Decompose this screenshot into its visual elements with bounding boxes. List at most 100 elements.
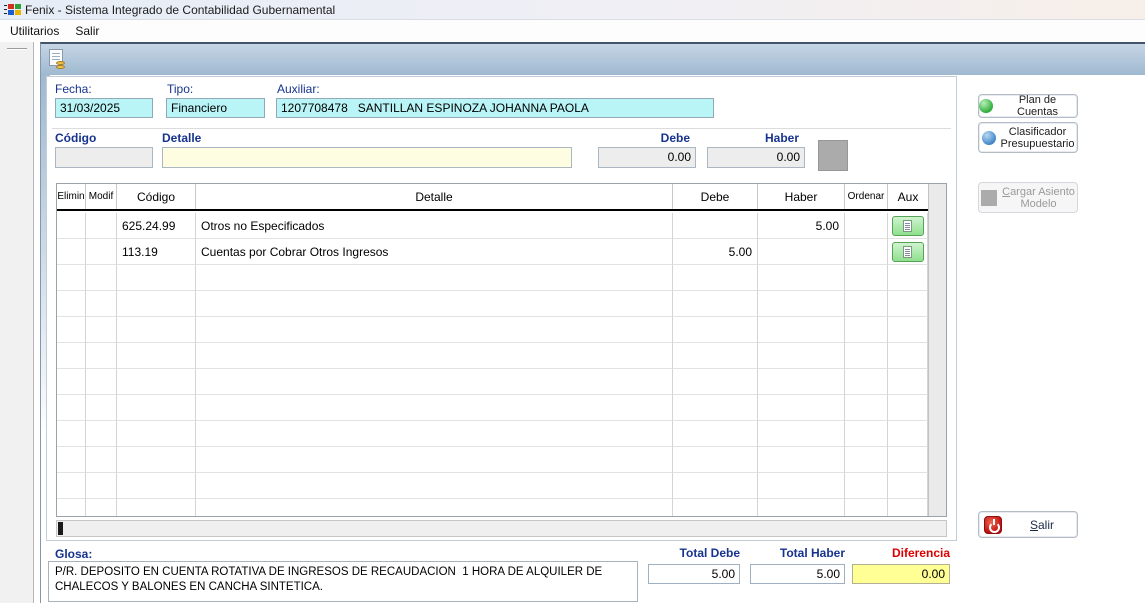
haber-label: Haber: [707, 131, 799, 145]
document-icon: [903, 246, 912, 258]
table-row: [57, 343, 928, 369]
auxiliar-label: Auxiliar:: [277, 82, 320, 96]
menu-utilitarios[interactable]: Utilitarios: [2, 21, 67, 41]
cell-aux: [888, 395, 928, 421]
debe-input[interactable]: 0.00: [598, 147, 696, 168]
cell-modif: [86, 239, 117, 265]
detalle-input[interactable]: [162, 147, 572, 168]
cell-detalle: [196, 473, 673, 499]
fecha-label: Fecha:: [55, 82, 92, 96]
cell-debe: [673, 343, 758, 369]
cell-debe: [673, 317, 758, 343]
cell-ordenar: [845, 265, 888, 291]
cell-detalle: [196, 265, 673, 291]
fecha-field[interactable]: 31/03/2025: [55, 98, 153, 118]
codigo-input[interactable]: [55, 147, 153, 168]
cell-aux: [888, 499, 928, 516]
codigo-label: Código: [55, 131, 96, 145]
cell-ordenar: [845, 213, 888, 239]
header-detalle[interactable]: Detalle: [196, 184, 673, 209]
plan-de-cuentas-label: Plan de Cuentas: [998, 94, 1077, 118]
cell-codigo: 625.24.99: [117, 213, 196, 239]
salir-label: Salir: [1007, 518, 1077, 532]
aux-button[interactable]: [892, 242, 924, 262]
panel-splitter-handle[interactable]: [7, 48, 27, 50]
table-row: [57, 395, 928, 421]
app-icon: [4, 3, 20, 16]
menu-bar: Utilitarios Salir: [0, 20, 1145, 42]
tipo-label: Tipo:: [167, 82, 193, 96]
cell-haber: [758, 239, 845, 265]
cell-debe: [673, 291, 758, 317]
cell-debe: [673, 499, 758, 516]
cell-debe: [673, 473, 758, 499]
table-row: [57, 473, 928, 499]
cell-aux: [888, 317, 928, 343]
cell-codigo: [117, 473, 196, 499]
cell-modif: [86, 421, 117, 447]
tipo-field[interactable]: Financiero: [166, 98, 265, 118]
cell-elimin: [57, 317, 86, 343]
header-haber[interactable]: Haber: [758, 184, 845, 209]
cell-haber: [758, 421, 845, 447]
table-vertical-scrollbar[interactable]: [928, 184, 946, 516]
cell-codigo: [117, 343, 196, 369]
cell-aux: [888, 421, 928, 447]
scrollbar-thumb[interactable]: [58, 522, 63, 535]
cell-modif: [86, 473, 117, 499]
table-row[interactable]: 113.19Cuentas por Cobrar Otros Ingresos5…: [57, 239, 928, 265]
cell-aux: [888, 213, 928, 239]
cell-debe: [673, 265, 758, 291]
header-ordenar[interactable]: Ordenar: [845, 184, 888, 209]
cell-debe: [673, 447, 758, 473]
left-collapsed-panel: [0, 42, 34, 603]
cell-haber: [758, 343, 845, 369]
green-sphere-icon: [979, 99, 993, 113]
table-row[interactable]: 625.24.99Otros no Especificados5.00: [57, 213, 928, 239]
header-modif[interactable]: Modif: [86, 184, 117, 209]
aux-button[interactable]: [892, 216, 924, 236]
gray-chip-icon: [981, 190, 997, 206]
table-row: [57, 265, 928, 291]
cell-haber: [758, 369, 845, 395]
cell-haber: 5.00: [758, 213, 845, 239]
cell-ordenar: [845, 447, 888, 473]
cell-debe: 5.00: [673, 239, 758, 265]
header-aux[interactable]: Aux: [888, 184, 928, 209]
cell-haber: [758, 473, 845, 499]
cell-aux: [888, 239, 928, 265]
cell-elimin: [57, 473, 86, 499]
haber-input[interactable]: 0.00: [707, 147, 805, 168]
cell-modif: [86, 291, 117, 317]
table-row: [57, 421, 928, 447]
cell-detalle: Cuentas por Cobrar Otros Ingresos: [196, 239, 673, 265]
cell-debe: [673, 421, 758, 447]
table-horizontal-scrollbar[interactable]: [56, 520, 947, 537]
cell-ordenar: [845, 343, 888, 369]
cell-modif: [86, 317, 117, 343]
header-codigo[interactable]: Código: [117, 184, 196, 209]
salir-button[interactable]: Salir: [978, 511, 1078, 538]
cell-aux: [888, 473, 928, 499]
cell-haber: [758, 395, 845, 421]
cell-elimin: [57, 213, 86, 239]
cell-modif: [86, 447, 117, 473]
blue-sphere-icon: [982, 131, 996, 145]
plan-de-cuentas-button[interactable]: Plan de Cuentas: [978, 94, 1078, 118]
cell-ordenar: [845, 395, 888, 421]
header-elimin[interactable]: Elimin: [57, 184, 86, 209]
gray-square-button[interactable]: [818, 140, 848, 171]
cell-haber: [758, 499, 845, 516]
clasificador-presupuestario-button[interactable]: ClasificadorPresupuestario: [978, 122, 1078, 153]
cell-ordenar: [845, 499, 888, 516]
cell-codigo: [117, 317, 196, 343]
cell-detalle: [196, 421, 673, 447]
debe-label: Debe: [598, 131, 690, 145]
clasificador-label: ClasificadorPresupuestario: [1001, 126, 1075, 150]
menu-salir[interactable]: Salir: [67, 21, 107, 41]
auxiliar-field[interactable]: 1207708478 SANTILLAN ESPINOZA JOHANNA PA…: [276, 98, 714, 118]
header-debe[interactable]: Debe: [673, 184, 758, 209]
glosa-textarea[interactable]: P/R. DEPOSITO EN CUENTA ROTATIVA DE INGR…: [48, 561, 638, 602]
new-entry-document-icon[interactable]: [47, 48, 69, 71]
cell-haber: [758, 265, 845, 291]
